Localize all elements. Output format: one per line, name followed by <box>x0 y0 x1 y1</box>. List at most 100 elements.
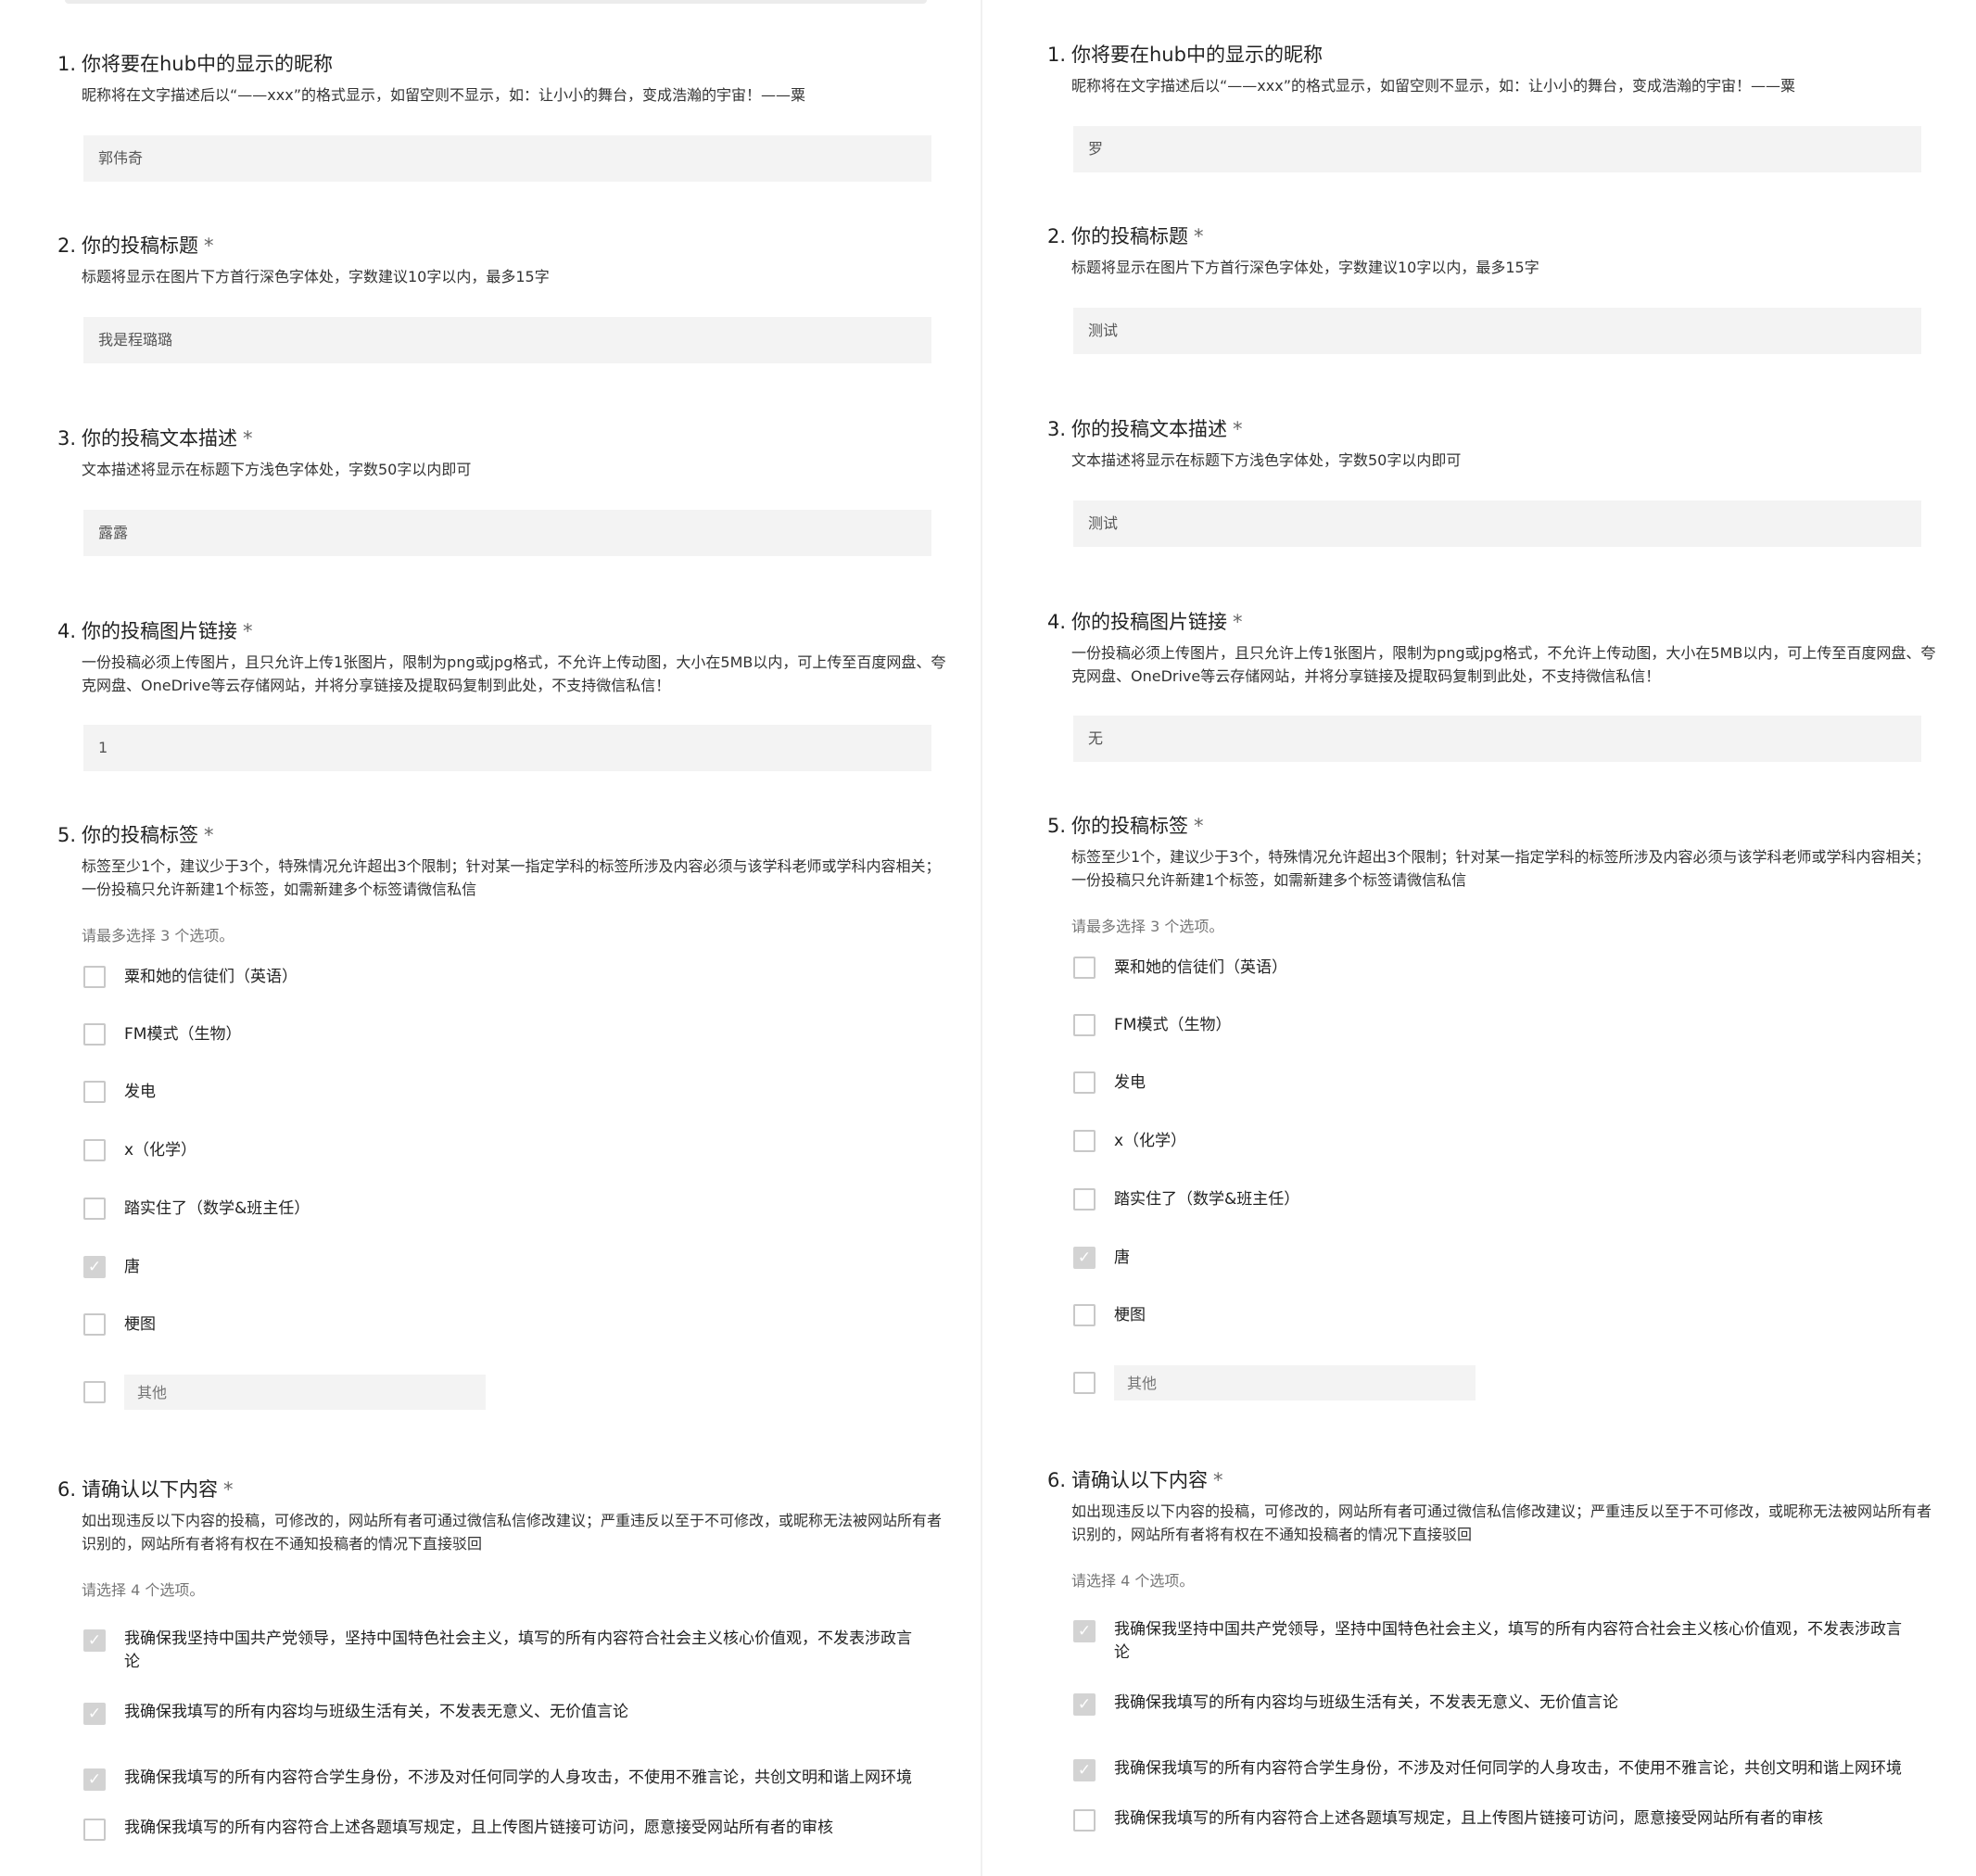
tag-option-other[interactable] <box>83 1375 486 1410</box>
selection-hint: 请最多选择 3 个选项。 <box>1071 918 1224 935</box>
tag-option[interactable]: FM模式（生物） <box>1073 1014 1231 1036</box>
confirm-option[interactable]: ✓ 我确保我坚持中国共产党领导，坚持中国特色社会主义，填写的所有内容符合社会主义核… <box>83 1629 921 1674</box>
question-title: 1. 你将要在hub中的显示的昵称 <box>1047 41 1937 69</box>
option-label: 我确保我填写的所有内容均与班级生活有关，不发表无意义、无价值言论 <box>124 1703 628 1721</box>
option-label: 我确保我坚持中国共产党领导，坚持中国特色社会主义，填写的所有内容符合社会主义核心… <box>124 1629 912 1671</box>
tag-option[interactable]: 踏实住了（数学&班主任） <box>83 1198 310 1220</box>
checkbox[interactable] <box>1073 1372 1096 1394</box>
tag-option[interactable]: 粟和她的信徒们（英语） <box>83 966 298 988</box>
other-tag-input[interactable] <box>1114 1365 1476 1401</box>
checkbox-checked[interactable]: ✓ <box>1073 1620 1096 1642</box>
description-input[interactable] <box>83 510 931 556</box>
confirm-option[interactable]: ✓ 我确保我坚持中国共产党领导，坚持中国特色社会主义，填写的所有内容符合社会主义核… <box>1073 1620 1911 1665</box>
option-label: FM模式（生物） <box>124 1025 242 1044</box>
question-number: 4. <box>57 620 77 642</box>
checkbox[interactable] <box>1073 1304 1096 1326</box>
question-title: 6. 请确认以下内容 * <box>1047 1466 1937 1494</box>
question-2: 2. 你的投稿标题 * 标题将显示在图片下方首行深色字体处，字数建议10字以内，最多… <box>57 232 947 363</box>
checkbox[interactable] <box>1073 1014 1096 1036</box>
tag-option[interactable]: 梗图 <box>1073 1304 1146 1326</box>
question-number: 5. <box>57 824 77 846</box>
question-number: 6. <box>57 1478 77 1501</box>
description-input[interactable] <box>1073 501 1921 547</box>
checkmark-icon: ✓ <box>87 1630 102 1650</box>
checkbox[interactable] <box>83 966 106 988</box>
checkbox[interactable] <box>83 1139 106 1161</box>
checkbox[interactable] <box>83 1381 106 1403</box>
checkbox-checked[interactable]: ✓ <box>1073 1759 1096 1781</box>
checkbox-checked[interactable]: ✓ <box>83 1629 106 1652</box>
option-label: 我确保我填写的所有内容符合上述各题填写规定，且上传图片链接可访问，愿意接受网站所… <box>1114 1809 1823 1828</box>
tag-option[interactable]: 发电 <box>1073 1071 1146 1094</box>
nickname-input[interactable] <box>83 135 931 182</box>
tag-option[interactable]: 发电 <box>83 1081 156 1103</box>
question-2: 2. 你的投稿标题 * 标题将显示在图片下方首行深色字体处，字数建议10字以内，最多… <box>1047 222 1937 354</box>
question-title-text: 你的投稿文本描述 <box>1071 418 1227 440</box>
checkbox[interactable] <box>1073 957 1096 979</box>
tag-option[interactable]: ✓ 唐 <box>1073 1247 1130 1269</box>
checkmark-icon: ✓ <box>1077 1694 1092 1714</box>
confirm-option[interactable]: 我确保我填写的所有内容符合上述各题填写规定，且上传图片链接可访问，愿意接受网站所… <box>83 1819 921 1841</box>
checkbox[interactable] <box>83 1023 106 1046</box>
panel-divider <box>981 0 982 1876</box>
tag-option[interactable]: 梗图 <box>83 1313 156 1336</box>
required-mark: * <box>1213 1469 1223 1491</box>
tag-option[interactable]: ✓ 唐 <box>83 1256 140 1278</box>
tag-option[interactable]: 粟和她的信徒们（英语） <box>1073 957 1287 979</box>
tag-option[interactable]: FM模式（生物） <box>83 1023 241 1046</box>
checkmark-icon: ✓ <box>1077 1248 1092 1267</box>
tag-option-other[interactable] <box>1073 1365 1476 1401</box>
option-label: 我确保我填写的所有内容符合学生身份，不涉及对任何同学的人身攻击，不使用不雅言论，… <box>1114 1759 1902 1778</box>
question-title-text: 你的投稿标题 <box>1071 225 1188 247</box>
checkmark-icon: ✓ <box>87 1257 102 1276</box>
checkbox[interactable] <box>1073 1188 1096 1211</box>
tag-option[interactable]: x（化学） <box>83 1139 196 1161</box>
selection-hint: 请选择 4 个选项。 <box>82 1581 205 1599</box>
question-number: 5. <box>1047 815 1067 837</box>
checkbox-checked[interactable]: ✓ <box>83 1256 106 1278</box>
option-label: 粟和她的信徒们（英语） <box>1114 958 1287 977</box>
checkbox[interactable] <box>1073 1130 1096 1152</box>
checkbox[interactable] <box>83 1081 106 1103</box>
other-tag-input[interactable] <box>124 1375 486 1410</box>
checkbox-checked[interactable]: ✓ <box>1073 1693 1096 1716</box>
question-3: 3. 你的投稿文本描述 * 文本描述将显示在标题下方浅色字体处，字数50字以内即可 <box>1047 415 1937 547</box>
confirm-option[interactable]: ✓ 我确保我填写的所有内容符合学生身份，不涉及对任何同学的人身攻击，不使用不雅言论… <box>83 1768 921 1791</box>
tag-option[interactable]: 踏实住了（数学&班主任） <box>1073 1188 1299 1211</box>
image-link-input[interactable] <box>83 725 931 771</box>
confirm-option[interactable]: ✓ 我确保我填写的所有内容均与班级生活有关，不发表无意义、无价值言论 <box>1073 1693 1911 1716</box>
required-mark: * <box>1233 418 1243 440</box>
required-mark: * <box>204 234 214 257</box>
confirm-option[interactable]: ✓ 我确保我填写的所有内容均与班级生活有关，不发表无意义、无价值言论 <box>83 1703 921 1725</box>
confirm-option[interactable]: ✓ 我确保我填写的所有内容符合学生身份，不涉及对任何同学的人身攻击，不使用不雅言论… <box>1073 1759 1911 1781</box>
checkmark-icon: ✓ <box>1077 1621 1092 1641</box>
form-panel-left: 1. 你将要在hub中的显示的昵称 昵称将在文字描述后以“——xxx”的格式显示，… <box>0 0 964 1876</box>
checkbox[interactable] <box>1073 1071 1096 1094</box>
checkbox[interactable] <box>1073 1809 1096 1832</box>
question-description: 文本描述将显示在标题下方浅色字体处，字数50字以内即可 <box>1071 451 1462 469</box>
question-3: 3. 你的投稿文本描述 * 文本描述将显示在标题下方浅色字体处，字数50字以内即可 <box>57 425 947 556</box>
checkbox[interactable] <box>83 1313 106 1336</box>
checkbox-checked[interactable]: ✓ <box>1073 1247 1096 1269</box>
question-6: 6. 请确认以下内容 * 如出现违反以下内容的投稿，可修改的，网站所有者可通过微信私… <box>1047 1466 1937 1832</box>
checkbox[interactable] <box>83 1198 106 1220</box>
question-number: 2. <box>1047 225 1067 247</box>
checkbox[interactable] <box>83 1819 106 1841</box>
image-link-input[interactable] <box>1073 716 1921 762</box>
nickname-input[interactable] <box>1073 126 1921 172</box>
title-input[interactable] <box>1073 308 1921 354</box>
question-5: 5. 你的投稿标签 * 标签至少1个，建议少于3个，特殊情况允许超出3个限制；针对某… <box>57 821 947 1410</box>
title-input[interactable] <box>83 317 931 363</box>
question-title: 4. 你的投稿图片链接 * <box>57 617 947 645</box>
tag-option[interactable]: x（化学） <box>1073 1130 1186 1152</box>
question-title: 5. 你的投稿标签 * <box>57 821 947 849</box>
checkbox-checked[interactable]: ✓ <box>83 1703 106 1725</box>
required-mark: * <box>243 620 253 642</box>
question-title: 3. 你的投稿文本描述 * <box>1047 415 1937 443</box>
confirm-option[interactable]: 我确保我填写的所有内容符合上述各题填写规定，且上传图片链接可访问，愿意接受网站所… <box>1073 1809 1911 1832</box>
question-number: 3. <box>57 427 77 450</box>
form-top-edge <box>65 0 927 4</box>
question-5: 5. 你的投稿标签 * 标签至少1个，建议少于3个，特殊情况允许超出3个限制；针对某… <box>1047 812 1937 1401</box>
question-description: 标签至少1个，建议少于3个，特殊情况允许超出3个限制；针对某一指定学科的标签所涉… <box>1071 848 1931 889</box>
checkbox-checked[interactable]: ✓ <box>83 1768 106 1791</box>
